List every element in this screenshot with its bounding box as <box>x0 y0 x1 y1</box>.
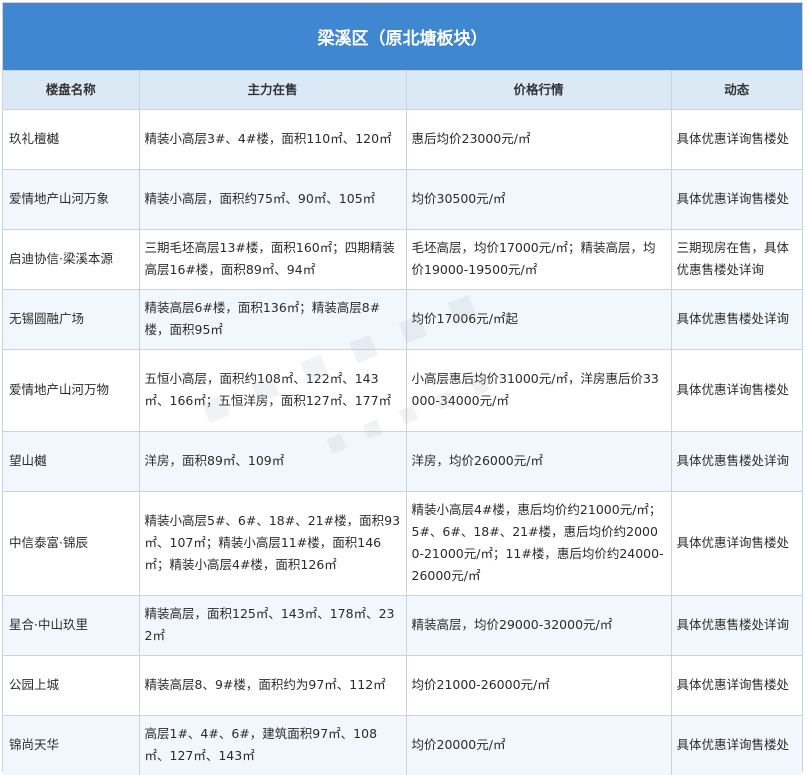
column-header-status: 动态 <box>670 71 802 110</box>
table-row: 望山樾 洋房，面积89㎡、109㎡ 洋房，均价26000元/㎡ 具体优惠售楼处详… <box>3 430 802 492</box>
supply-cell: 精装小高层5#、6#、18#、21#楼，面积93㎡、107㎡；精装小高层11#楼… <box>138 490 407 596</box>
project-name: 锦尚天华 <box>3 714 140 775</box>
supply-cell: 洋房，面积89㎡、109㎡ <box>138 430 407 492</box>
price-cell: 均价30500元/㎡ <box>405 168 672 230</box>
price-cell: 精装高层，均价29000-32000元/㎡ <box>405 594 672 656</box>
project-name: 爱情地产山河万象 <box>3 168 140 230</box>
supply-cell: 高层1#、4#、6#，建筑面积97㎡、108㎡、127㎡、143㎡ <box>138 714 407 775</box>
listing-table-panel: 梁溪区（原北塘板块） 楼盘名称 主力在售 价格行情 动态 玖礼檀樾 精装小高层3… <box>2 2 803 775</box>
column-header-supply: 主力在售 <box>138 71 407 110</box>
status-cell: 具体优惠售楼处详询 <box>670 288 802 350</box>
table-header-row: 楼盘名称 主力在售 价格行情 动态 <box>3 71 802 110</box>
status-cell: 具体优惠售楼处详询 <box>670 430 802 492</box>
table-row: 无锡圆融广场 精装高层6#楼，面积136㎡；精装高层8#楼，面积95㎡ 均价17… <box>3 288 802 350</box>
status-cell: 具体优惠详询售楼处 <box>670 490 802 596</box>
project-name: 星合·中山玖里 <box>3 594 140 656</box>
supply-cell: 精装高层6#楼，面积136㎡；精装高层8#楼，面积95㎡ <box>138 288 407 350</box>
project-name: 中信泰富·锦辰 <box>3 490 140 596</box>
column-header-price: 价格行情 <box>405 71 672 110</box>
project-name: 无锡圆融广场 <box>3 288 140 350</box>
listing-table: 楼盘名称 主力在售 价格行情 动态 玖礼檀樾 精装小高层3#、4#楼，面积110… <box>3 71 802 775</box>
price-cell: 惠后均价23000元/㎡ <box>405 108 672 170</box>
status-cell: 具体优惠详询售楼处 <box>670 714 802 775</box>
table-title: 梁溪区（原北塘板块） <box>3 3 802 71</box>
price-cell: 均价20000元/㎡ <box>405 714 672 775</box>
price-cell: 小高层惠后均价31000元/㎡，洋房惠后价33000-34000元/㎡ <box>405 348 672 432</box>
price-cell: 毛坯高层，均价17000元/㎡；精装高层，均价19000-19500元/㎡ <box>405 228 672 290</box>
supply-cell: 精装小高层3#、4#楼，面积110㎡、120㎡ <box>138 108 407 170</box>
table-title-text: 梁溪区（原北塘板块） <box>317 29 488 49</box>
project-name: 玖礼檀樾 <box>3 108 140 170</box>
column-header-name: 楼盘名称 <box>3 71 140 110</box>
status-cell: 具体优惠详询售楼处 <box>670 654 802 716</box>
supply-cell: 三期毛坯高层13#楼，面积160㎡；四期精装高层16#楼，面积89㎡、94㎡ <box>138 228 407 290</box>
status-cell: 具体优惠详询售楼处 <box>670 108 802 170</box>
project-name: 启迪协信·梁溪本源 <box>3 228 140 290</box>
status-cell: 具体优惠详询售楼处 <box>670 168 802 230</box>
status-cell: 具体优惠售楼处详询 <box>670 594 802 656</box>
table-row: 星合·中山玖里 精装高层，面积125㎡、143㎡、178㎡、232㎡ 精装高层，… <box>3 594 802 656</box>
price-cell: 洋房，均价26000元/㎡ <box>405 430 672 492</box>
supply-cell: 精装高层8、9#楼，面积约为97㎡、112㎡ <box>138 654 407 716</box>
table-row: 玖礼檀樾 精装小高层3#、4#楼，面积110㎡、120㎡ 惠后均价23000元/… <box>3 108 802 170</box>
table-row: 启迪协信·梁溪本源 三期毛坯高层13#楼，面积160㎡；四期精装高层16#楼，面… <box>3 228 802 290</box>
price-cell: 均价21000-26000元/㎡ <box>405 654 672 716</box>
table-row: 爱情地产山河万象 精装小高层，面积约75㎡、90㎡、105㎡ 均价30500元/… <box>3 168 802 230</box>
table-row: 锦尚天华 高层1#、4#、6#，建筑面积97㎡、108㎡、127㎡、143㎡ 均… <box>3 714 802 775</box>
supply-cell: 精装高层，面积125㎡、143㎡、178㎡、232㎡ <box>138 594 407 656</box>
price-cell: 精装小高层4#楼，惠后均价约21000元/㎡；5#、6#、18#、21#楼，惠后… <box>405 490 672 596</box>
project-name: 望山樾 <box>3 430 140 492</box>
table-row: 爱情地产山河万物 五恒小高层，面积约108㎡、122㎡、143㎡、166㎡；五恒… <box>3 348 802 432</box>
table-row: 中信泰富·锦辰 精装小高层5#、6#、18#、21#楼，面积93㎡、107㎡；精… <box>3 490 802 596</box>
status-cell: 具体优惠详询售楼处 <box>670 348 802 432</box>
supply-cell: 五恒小高层，面积约108㎡、122㎡、143㎡、166㎡；五恒洋房，面积127㎡… <box>138 348 407 432</box>
table-row: 公园上城 精装高层8、9#楼，面积约为97㎡、112㎡ 均价21000-2600… <box>3 654 802 716</box>
supply-cell: 精装小高层，面积约75㎡、90㎡、105㎡ <box>138 168 407 230</box>
price-cell: 均价17006元/㎡起 <box>405 288 672 350</box>
status-cell: 三期现房在售，具体优惠售楼处详询 <box>670 228 802 290</box>
project-name: 爱情地产山河万物 <box>3 348 140 432</box>
project-name: 公园上城 <box>3 654 140 716</box>
